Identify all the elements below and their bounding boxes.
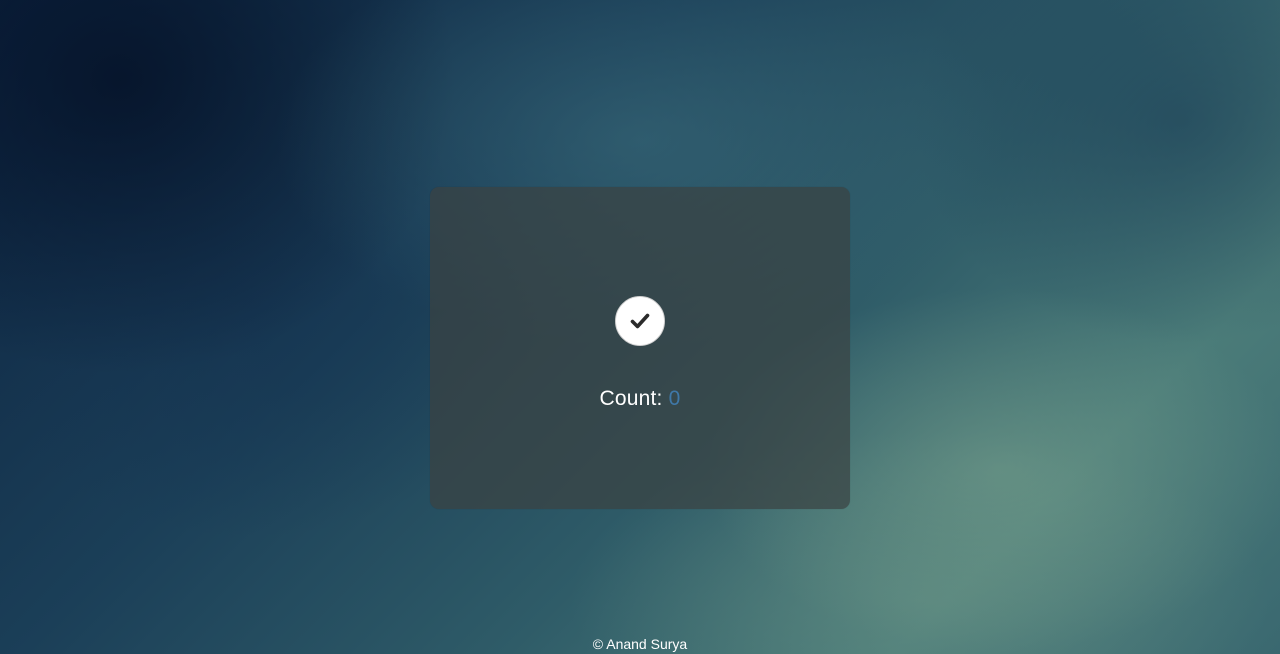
count-display: Count: 0 bbox=[430, 387, 850, 411]
counter-card: Count: 0 bbox=[430, 187, 850, 509]
footer-copyright: © Anand Surya bbox=[592, 636, 688, 652]
count-value: 0 bbox=[668, 387, 681, 410]
check-button[interactable] bbox=[615, 296, 665, 346]
checkmark-icon bbox=[630, 311, 650, 331]
count-label: Count: bbox=[599, 387, 663, 410]
